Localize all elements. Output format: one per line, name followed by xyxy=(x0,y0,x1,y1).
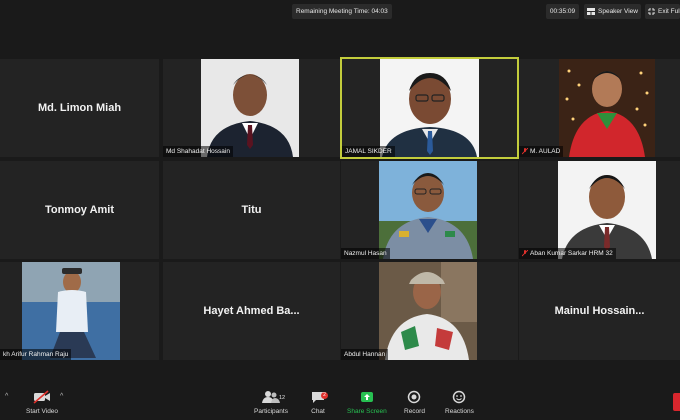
participant-name-label: Aban Kumar Sarkar HRM 32 xyxy=(519,248,616,259)
participant-video xyxy=(201,59,299,157)
participants-label: Participants xyxy=(254,408,288,415)
participant-name-label: M. AULAD xyxy=(519,146,564,157)
participants-button[interactable]: Participants xyxy=(254,390,288,415)
participant-name-label: kh Arifur Rahman Raju xyxy=(0,349,72,360)
meeting-toolbar: ^ Start Video ^ Participants 12 Chat 2 S… xyxy=(0,386,680,420)
participant-tile[interactable]: Aban Kumar Sarkar HRM 32 xyxy=(519,161,680,259)
person-silhouette xyxy=(22,262,120,360)
exit-fullscreen-label: Exit Full Screen xyxy=(658,8,680,15)
participant-name: Aban Kumar Sarkar HRM 32 xyxy=(530,250,613,257)
participant-tile[interactable]: M. AULAD xyxy=(519,59,680,157)
participant-name-label: Md Shahadat Hossain xyxy=(163,146,233,157)
person-silhouette xyxy=(380,59,479,157)
grid-view-icon xyxy=(587,8,595,15)
participant-video xyxy=(22,262,120,360)
chat-label: Chat xyxy=(311,408,325,415)
person-silhouette xyxy=(379,161,477,259)
exit-fullscreen-button[interactable]: Exit Full Screen xyxy=(645,4,680,19)
participant-tile[interactable]: Titu xyxy=(163,161,340,259)
video-options-caret[interactable]: ^ xyxy=(60,393,63,400)
participant-tile[interactable]: Md Shahadat Hossain xyxy=(163,59,340,157)
mic-muted-icon xyxy=(522,250,528,257)
participant-video xyxy=(379,161,477,259)
meeting-top-bar: Remaining Meeting Time: 04:03 00:35:09 S… xyxy=(0,0,680,24)
participant-video xyxy=(380,59,479,157)
participant-name: Hayet Ahmed Ba... xyxy=(203,305,300,317)
participant-tile[interactable]: Nazmul Hasan xyxy=(341,161,518,259)
participant-video xyxy=(559,59,655,157)
person-silhouette xyxy=(379,262,477,360)
participant-tile[interactable]: kh Arifur Rahman Raju xyxy=(0,262,159,360)
reactions-button[interactable]: Reactions xyxy=(445,390,474,415)
participant-name: Nazmul Hasan xyxy=(344,250,387,257)
record-icon xyxy=(408,390,421,404)
person-silhouette xyxy=(558,161,656,259)
participant-name: JAMAL SIKDER xyxy=(345,148,392,155)
person-silhouette xyxy=(559,59,655,157)
remaining-time-indicator: Remaining Meeting Time: 04:03 xyxy=(292,4,392,19)
participant-name: kh Arifur Rahman Raju xyxy=(3,351,69,358)
participant-tile[interactable]: Tonmoy Amit xyxy=(0,161,159,259)
participants-icon xyxy=(261,391,280,403)
participant-name-label: JAMAL SIKDER xyxy=(342,146,395,157)
record-button[interactable]: Record xyxy=(404,390,425,415)
participant-video xyxy=(379,262,477,360)
share-screen-label: Share Screen xyxy=(347,408,387,415)
participant-name: Tonmoy Amit xyxy=(44,204,115,216)
participant-name-label: Abdul Hannan xyxy=(341,349,389,360)
participant-name: Md. Limon Miah xyxy=(37,102,122,114)
start-video-label: Start Video xyxy=(26,408,59,415)
active-speaker-tile[interactable]: JAMAL SIKDER xyxy=(340,57,519,159)
exit-fullscreen-icon xyxy=(648,8,655,15)
participants-count: 12 xyxy=(279,395,286,401)
participant-name: Mainul Hossain... xyxy=(554,305,645,317)
share-screen-icon xyxy=(360,392,373,402)
participant-name: Abdul Hannan xyxy=(344,351,386,358)
video-off-icon xyxy=(33,390,51,404)
smiley-icon xyxy=(453,390,466,404)
record-label: Record xyxy=(404,408,425,415)
participant-video xyxy=(558,161,656,259)
audio-options-caret[interactable]: ^ xyxy=(5,393,8,400)
participant-tile[interactable]: Md. Limon Miah xyxy=(0,59,159,157)
participant-tile[interactable]: Hayet Ahmed Ba... xyxy=(163,262,340,360)
reactions-label: Reactions xyxy=(445,408,474,415)
participant-name: Titu xyxy=(241,204,262,216)
elapsed-time: 00:35:09 xyxy=(546,4,579,19)
chat-unread-badge: 2 xyxy=(321,392,328,399)
participant-name: Md Shahadat Hossain xyxy=(166,148,230,155)
speaker-view-button[interactable]: Speaker View xyxy=(584,4,641,19)
person-silhouette xyxy=(201,59,299,157)
share-screen-button[interactable]: Share Screen xyxy=(347,390,387,415)
mic-muted-icon xyxy=(522,148,528,155)
start-video-button[interactable]: Start Video xyxy=(26,390,58,415)
participant-name: M. AULAD xyxy=(530,148,561,155)
participant-tile[interactable]: Abdul Hannan xyxy=(341,262,518,360)
participant-name-label: Nazmul Hasan xyxy=(341,248,390,259)
end-meeting-button[interactable] xyxy=(673,393,680,411)
speaker-view-label: Speaker View xyxy=(598,8,638,15)
participant-tile[interactable]: Mainul Hossain... xyxy=(519,262,680,360)
